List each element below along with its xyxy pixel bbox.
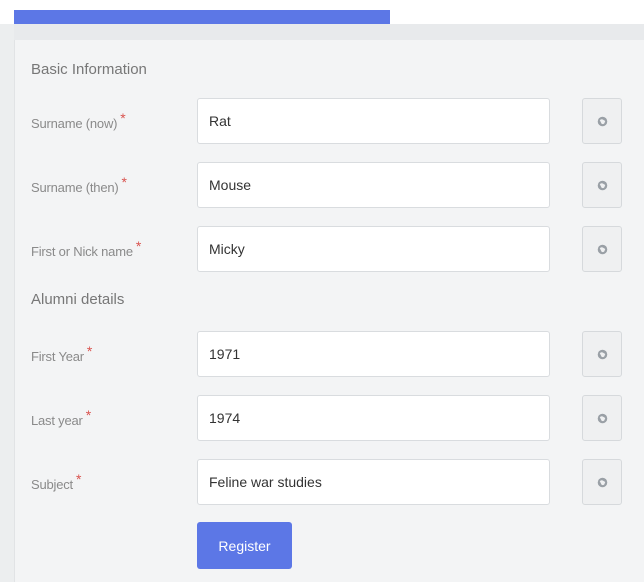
field-value: 1971: [209, 346, 241, 362]
label-text: Surname (now): [31, 116, 118, 131]
label-text: Subject: [31, 477, 73, 492]
field-value: Rat: [209, 113, 231, 129]
first-year-privacy-button[interactable]: [582, 331, 622, 377]
globe-icon: [597, 477, 607, 487]
left-gutter: [0, 24, 14, 582]
globe-icon: [597, 349, 607, 359]
required-marker: *: [86, 343, 93, 359]
globe-icon: [597, 413, 607, 423]
section-title-basic-information: Basic Information: [31, 61, 147, 78]
field-value: 1974: [209, 410, 241, 426]
register-button[interactable]: Register: [197, 522, 292, 569]
required-marker: *: [121, 174, 127, 190]
globe-icon: [597, 244, 607, 254]
required-marker: *: [85, 407, 91, 423]
surname-then-field[interactable]: Mouse: [197, 162, 550, 208]
section-title-alumni-details: Alumni details: [31, 291, 125, 308]
label-text: Last year: [31, 413, 83, 428]
first-year-field[interactable]: 1971: [197, 331, 550, 377]
subject-privacy-button[interactable]: [582, 459, 622, 505]
label-surname-then: Surname (then) *: [31, 174, 127, 195]
progress-bar: [14, 10, 390, 24]
surname-then-privacy-button[interactable]: [582, 162, 622, 208]
field-value: Micky: [209, 241, 245, 257]
label-surname-now: Surname (now) *: [31, 110, 126, 131]
label-text: First or Nick name: [31, 244, 133, 259]
globe-icon: [597, 116, 607, 126]
globe-icon: [597, 180, 607, 190]
label-last-year: Last year *: [31, 407, 91, 428]
required-marker: *: [135, 238, 142, 254]
subject-field[interactable]: Feline war studies: [197, 459, 550, 505]
first-or-nick-name-privacy-button[interactable]: [582, 226, 622, 272]
label-subject: Subject *: [31, 471, 81, 492]
required-marker: *: [75, 471, 82, 487]
field-value: Feline war studies: [209, 474, 322, 490]
last-year-field[interactable]: 1974: [197, 395, 550, 441]
first-or-nick-name-field[interactable]: Micky: [197, 226, 550, 272]
last-year-privacy-button[interactable]: [582, 395, 622, 441]
label-first-or-nick-name: First or Nick name *: [31, 238, 141, 259]
label-text: First Year: [31, 349, 84, 364]
required-marker: *: [120, 110, 126, 126]
label-first-year: First Year *: [31, 343, 92, 364]
surname-now-field[interactable]: Rat: [197, 98, 550, 144]
field-value: Mouse: [209, 177, 252, 193]
panel-top-border: [0, 24, 644, 40]
surname-now-privacy-button[interactable]: [582, 98, 622, 144]
label-text: Surname (then): [31, 180, 119, 195]
